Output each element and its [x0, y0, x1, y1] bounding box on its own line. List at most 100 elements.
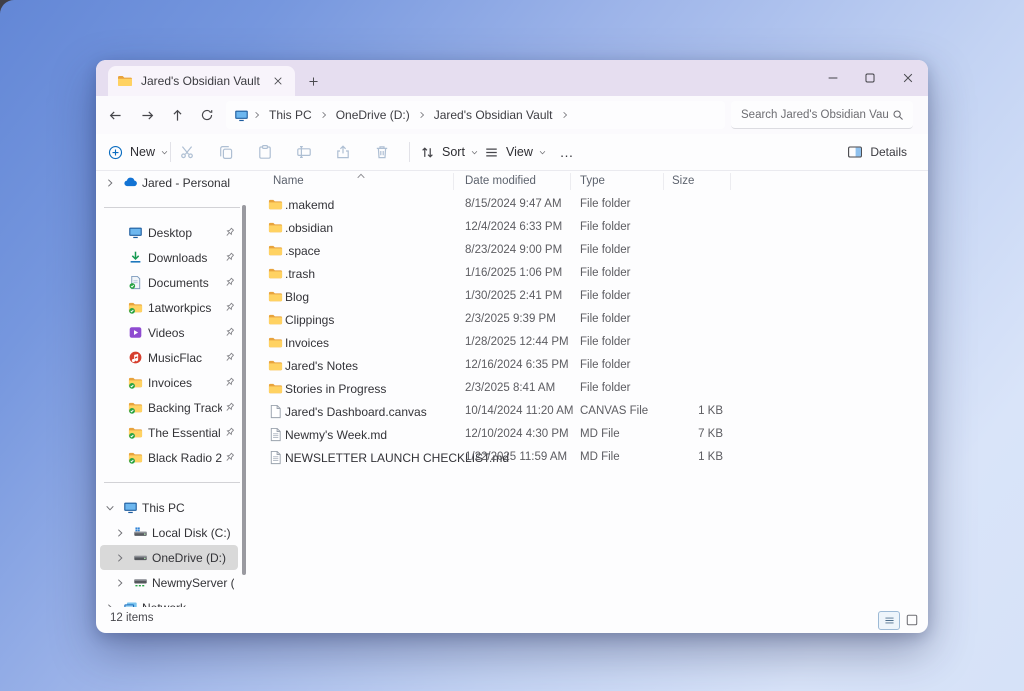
folder-sync-icon [128, 375, 143, 390]
breadcrumb: This PC OneDrive (D:) Jared's Obsidian V… [226, 101, 725, 129]
new-tab-button[interactable] [301, 69, 325, 93]
column-header-date-modified[interactable]: Date modified [465, 175, 536, 187]
forward-icon [140, 108, 155, 123]
table-row[interactable]: Invoices 1/28/2025 12:44 PM File folder [252, 331, 924, 354]
sidebar-item-this-pc[interactable]: This PC [100, 495, 238, 520]
sidebar-item-videos[interactable]: Videos [100, 320, 238, 345]
table-row[interactable]: .space 8/23/2024 9:00 PM File folder [252, 239, 924, 262]
chevron-right-icon[interactable] [114, 552, 126, 564]
chevron-right-icon[interactable] [114, 527, 126, 539]
pin-icon[interactable] [223, 301, 236, 314]
pin-icon[interactable] [223, 276, 236, 289]
sidebar-item-downloads[interactable]: Downloads [100, 245, 238, 270]
table-row[interactable]: NEWSLETTER LAUNCH CHECKLIST.md 1/22/2025… [252, 446, 924, 469]
table-row[interactable]: Jared's Dashboard.canvas 10/14/2024 11:2… [252, 400, 924, 423]
chevron-down-icon[interactable] [104, 502, 116, 514]
file-name: Stories in Progress [285, 382, 386, 396]
share-button[interactable] [328, 137, 358, 167]
table-row[interactable]: Stories in Progress 2/3/2025 8:41 AM Fil… [252, 377, 924, 400]
explorer-tab[interactable]: Jared's Obsidian Vault [108, 66, 295, 96]
table-row[interactable]: Jared's Notes 12/16/2024 6:35 PM File fo… [252, 354, 924, 377]
chevron-right-icon[interactable] [557, 110, 573, 120]
chevron-right-icon[interactable] [316, 110, 332, 120]
chevron-right-icon[interactable] [114, 577, 126, 589]
sidebar-item-label: OneDrive (D:) [152, 551, 234, 565]
table-row[interactable]: .obsidian 12/4/2024 6:33 PM File folder [252, 216, 924, 239]
sidebar-item-onedrive-d[interactable]: OneDrive (D:) [100, 545, 238, 570]
pin-icon[interactable] [223, 401, 236, 414]
sidebar-item-desktop[interactable]: Desktop [100, 220, 238, 245]
pin-icon[interactable] [223, 376, 236, 389]
copy-button[interactable] [211, 137, 241, 167]
pin-icon[interactable] [223, 226, 236, 239]
view-button[interactable]: View [480, 137, 551, 167]
chevron-down-icon [160, 148, 169, 157]
column-header-type[interactable]: Type [580, 175, 605, 187]
sort-button[interactable]: Sort [416, 137, 483, 167]
navigation-bar: This PC OneDrive (D:) Jared's Obsidian V… [96, 96, 928, 134]
forward-button[interactable] [134, 102, 160, 128]
sidebar-scrollbar[interactable] [242, 205, 246, 575]
cut-button[interactable] [172, 137, 202, 167]
breadcrumb-onedrive[interactable]: OneDrive (D:) [332, 108, 414, 122]
pin-icon[interactable] [223, 351, 236, 364]
tab-close-icon[interactable] [269, 72, 287, 90]
list-view-icon [883, 614, 896, 627]
pin-icon[interactable] [223, 451, 236, 464]
chevron-right-icon[interactable] [249, 110, 265, 120]
more-options-button[interactable]: … [552, 137, 582, 167]
large-icons-view-toggle[interactable] [902, 611, 922, 628]
table-row[interactable]: .makemd 8/15/2024 9:47 AM File folder [252, 193, 924, 216]
column-header-size[interactable]: Size [672, 175, 694, 187]
breadcrumb-current-folder[interactable]: Jared's Obsidian Vault [430, 108, 557, 122]
chevron-right-icon[interactable] [104, 177, 116, 189]
back-button[interactable] [102, 102, 128, 128]
sidebar-item-black-radio-2[interactable]: Black Radio 2 [100, 445, 238, 470]
up-button[interactable] [164, 102, 190, 128]
sidebar-item-local-disk-c[interactable]: Local Disk (C:) [100, 520, 238, 545]
close-button[interactable] [895, 65, 921, 91]
table-row[interactable]: .trash 1/16/2025 1:06 PM File folder [252, 262, 924, 285]
pin-icon[interactable] [223, 251, 236, 264]
drive-icon [133, 550, 148, 565]
file-name: Jared's Dashboard.canvas [285, 405, 427, 419]
file-size: 7 KB [663, 428, 723, 440]
file-list: Name Date modified Type Size .makemd 8/1… [252, 170, 924, 607]
new-button[interactable]: New [104, 137, 173, 167]
pin-icon[interactable] [223, 426, 236, 439]
chevron-right-icon[interactable] [414, 110, 430, 120]
maximize-button[interactable] [857, 65, 883, 91]
table-row[interactable]: Newmy's Week.md 12/10/2024 4:30 PM MD Fi… [252, 423, 924, 446]
breadcrumb-this-pc[interactable]: This PC [265, 108, 316, 122]
delete-button[interactable] [367, 137, 397, 167]
paste-button[interactable] [250, 137, 280, 167]
file-type: File folder [580, 198, 631, 210]
sidebar-item-backing-tracks[interactable]: Backing Tracks [100, 395, 238, 420]
sidebar-item-musicflac[interactable]: MusicFlac [100, 345, 238, 370]
pin-icon[interactable] [223, 326, 236, 339]
sidebar-item-newmyserver[interactable]: NewmyServer (\\192. [100, 570, 238, 595]
minimize-button[interactable] [820, 65, 846, 91]
column-header-name[interactable]: Name [273, 175, 304, 187]
sidebar-item-network[interactable]: Network [100, 595, 238, 607]
sidebar-divider [96, 470, 248, 495]
folder-icon [268, 197, 283, 212]
search-input[interactable] [739, 108, 891, 122]
file-type: CANVAS File [580, 405, 648, 417]
sidebar-item-the-essential-kenny[interactable]: The Essential Kenny [100, 420, 238, 445]
sidebar-item-1atworkpics[interactable]: 1atworkpics [100, 295, 238, 320]
table-row[interactable]: Blog 1/30/2025 2:41 PM File folder [252, 285, 924, 308]
sidebar-item-invoices[interactable]: Invoices [100, 370, 238, 395]
file-type: File folder [580, 336, 631, 348]
table-row[interactable]: Clippings 2/3/2025 9:39 PM File folder [252, 308, 924, 331]
details-view-toggle[interactable] [878, 611, 900, 630]
sidebar-item-onedrive-root[interactable]: Jared - Personal [100, 170, 238, 195]
rename-button[interactable] [289, 137, 319, 167]
file-date: 8/15/2024 9:47 AM [465, 198, 562, 210]
details-pane-button[interactable]: Details [847, 137, 912, 167]
chevron-right-icon[interactable] [104, 602, 116, 608]
refresh-button[interactable] [194, 102, 220, 128]
network-drive-icon [133, 575, 148, 590]
tab-title: Jared's Obsidian Vault [141, 74, 269, 88]
sidebar-item-documents[interactable]: Documents [100, 270, 238, 295]
